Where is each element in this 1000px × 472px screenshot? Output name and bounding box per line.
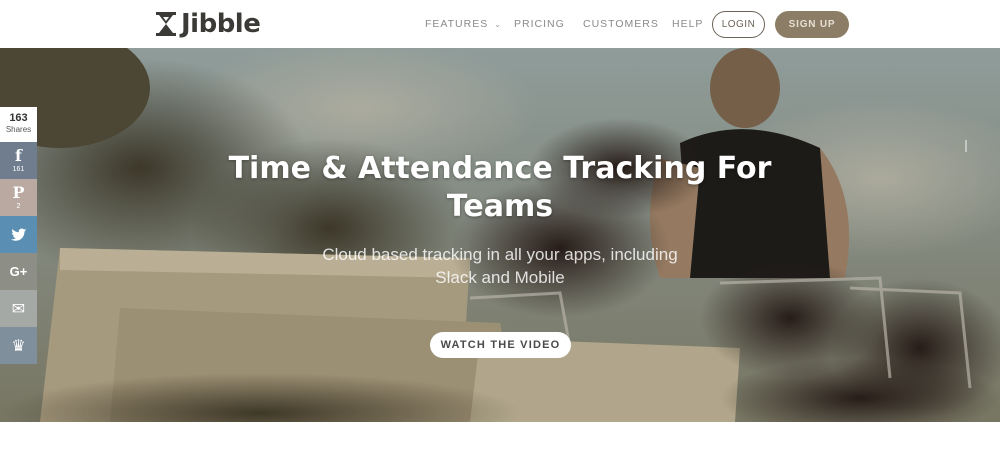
logo[interactable]: Jibble (155, 9, 261, 39)
content-below-hero (0, 422, 1000, 472)
twitter-icon (10, 228, 26, 241)
share-total-label: Shares (5, 125, 32, 134)
site-header: Jibble FEATURES ⌄ PRICING CUSTOMERS HELP … (0, 0, 1000, 48)
email-icon: ✉ (11, 298, 26, 318)
nav-pricing[interactable]: PRICING (514, 18, 565, 30)
hourglass-logo-icon (156, 12, 176, 36)
scroll-indicator (965, 140, 967, 152)
hero-title: Time & Attendance Tracking For Teams (228, 151, 772, 224)
chevron-down-icon: ⌄ (494, 20, 502, 29)
crown-share-button[interactable]: ♛ (0, 327, 37, 364)
share-total: 163 Shares (0, 107, 37, 142)
nav-features-label: FEATURES (425, 18, 489, 30)
twitter-share-button[interactable] (0, 216, 37, 253)
pinterest-share-button[interactable]: P 2 (0, 179, 37, 216)
facebook-icon: f (15, 145, 22, 165)
google-plus-icon: G+ (9, 263, 28, 279)
nav-help[interactable]: HELP (672, 18, 703, 30)
nav-features[interactable]: FEATURES ⌄ (425, 18, 502, 30)
email-share-button[interactable]: ✉ (0, 290, 37, 327)
share-total-count: 163 (9, 112, 28, 124)
signup-button[interactable]: SIGN UP (775, 11, 849, 38)
watch-video-button[interactable]: WATCH THE VIDEO (430, 332, 571, 358)
social-share-bar: 163 Shares f 161 P 2 G+ ✉ ♛ (0, 107, 37, 364)
hero-subtitle: Cloud based tracking in all your apps, i… (322, 245, 678, 287)
nav-customers[interactable]: CUSTOMERS (583, 18, 659, 30)
hero-section: Time & Attendance Tracking For Teams Clo… (0, 48, 1000, 422)
facebook-share-count: 161 (12, 165, 25, 173)
facebook-share-button[interactable]: f 161 (0, 142, 37, 179)
google-plus-share-button[interactable]: G+ (0, 253, 37, 290)
pinterest-icon: P (12, 182, 25, 202)
logo-text: Jibble (181, 9, 261, 39)
hero-overlay (0, 48, 1000, 422)
login-button[interactable]: LOGIN (712, 11, 765, 38)
pinterest-share-count: 2 (16, 202, 21, 210)
crown-icon: ♛ (11, 335, 26, 355)
